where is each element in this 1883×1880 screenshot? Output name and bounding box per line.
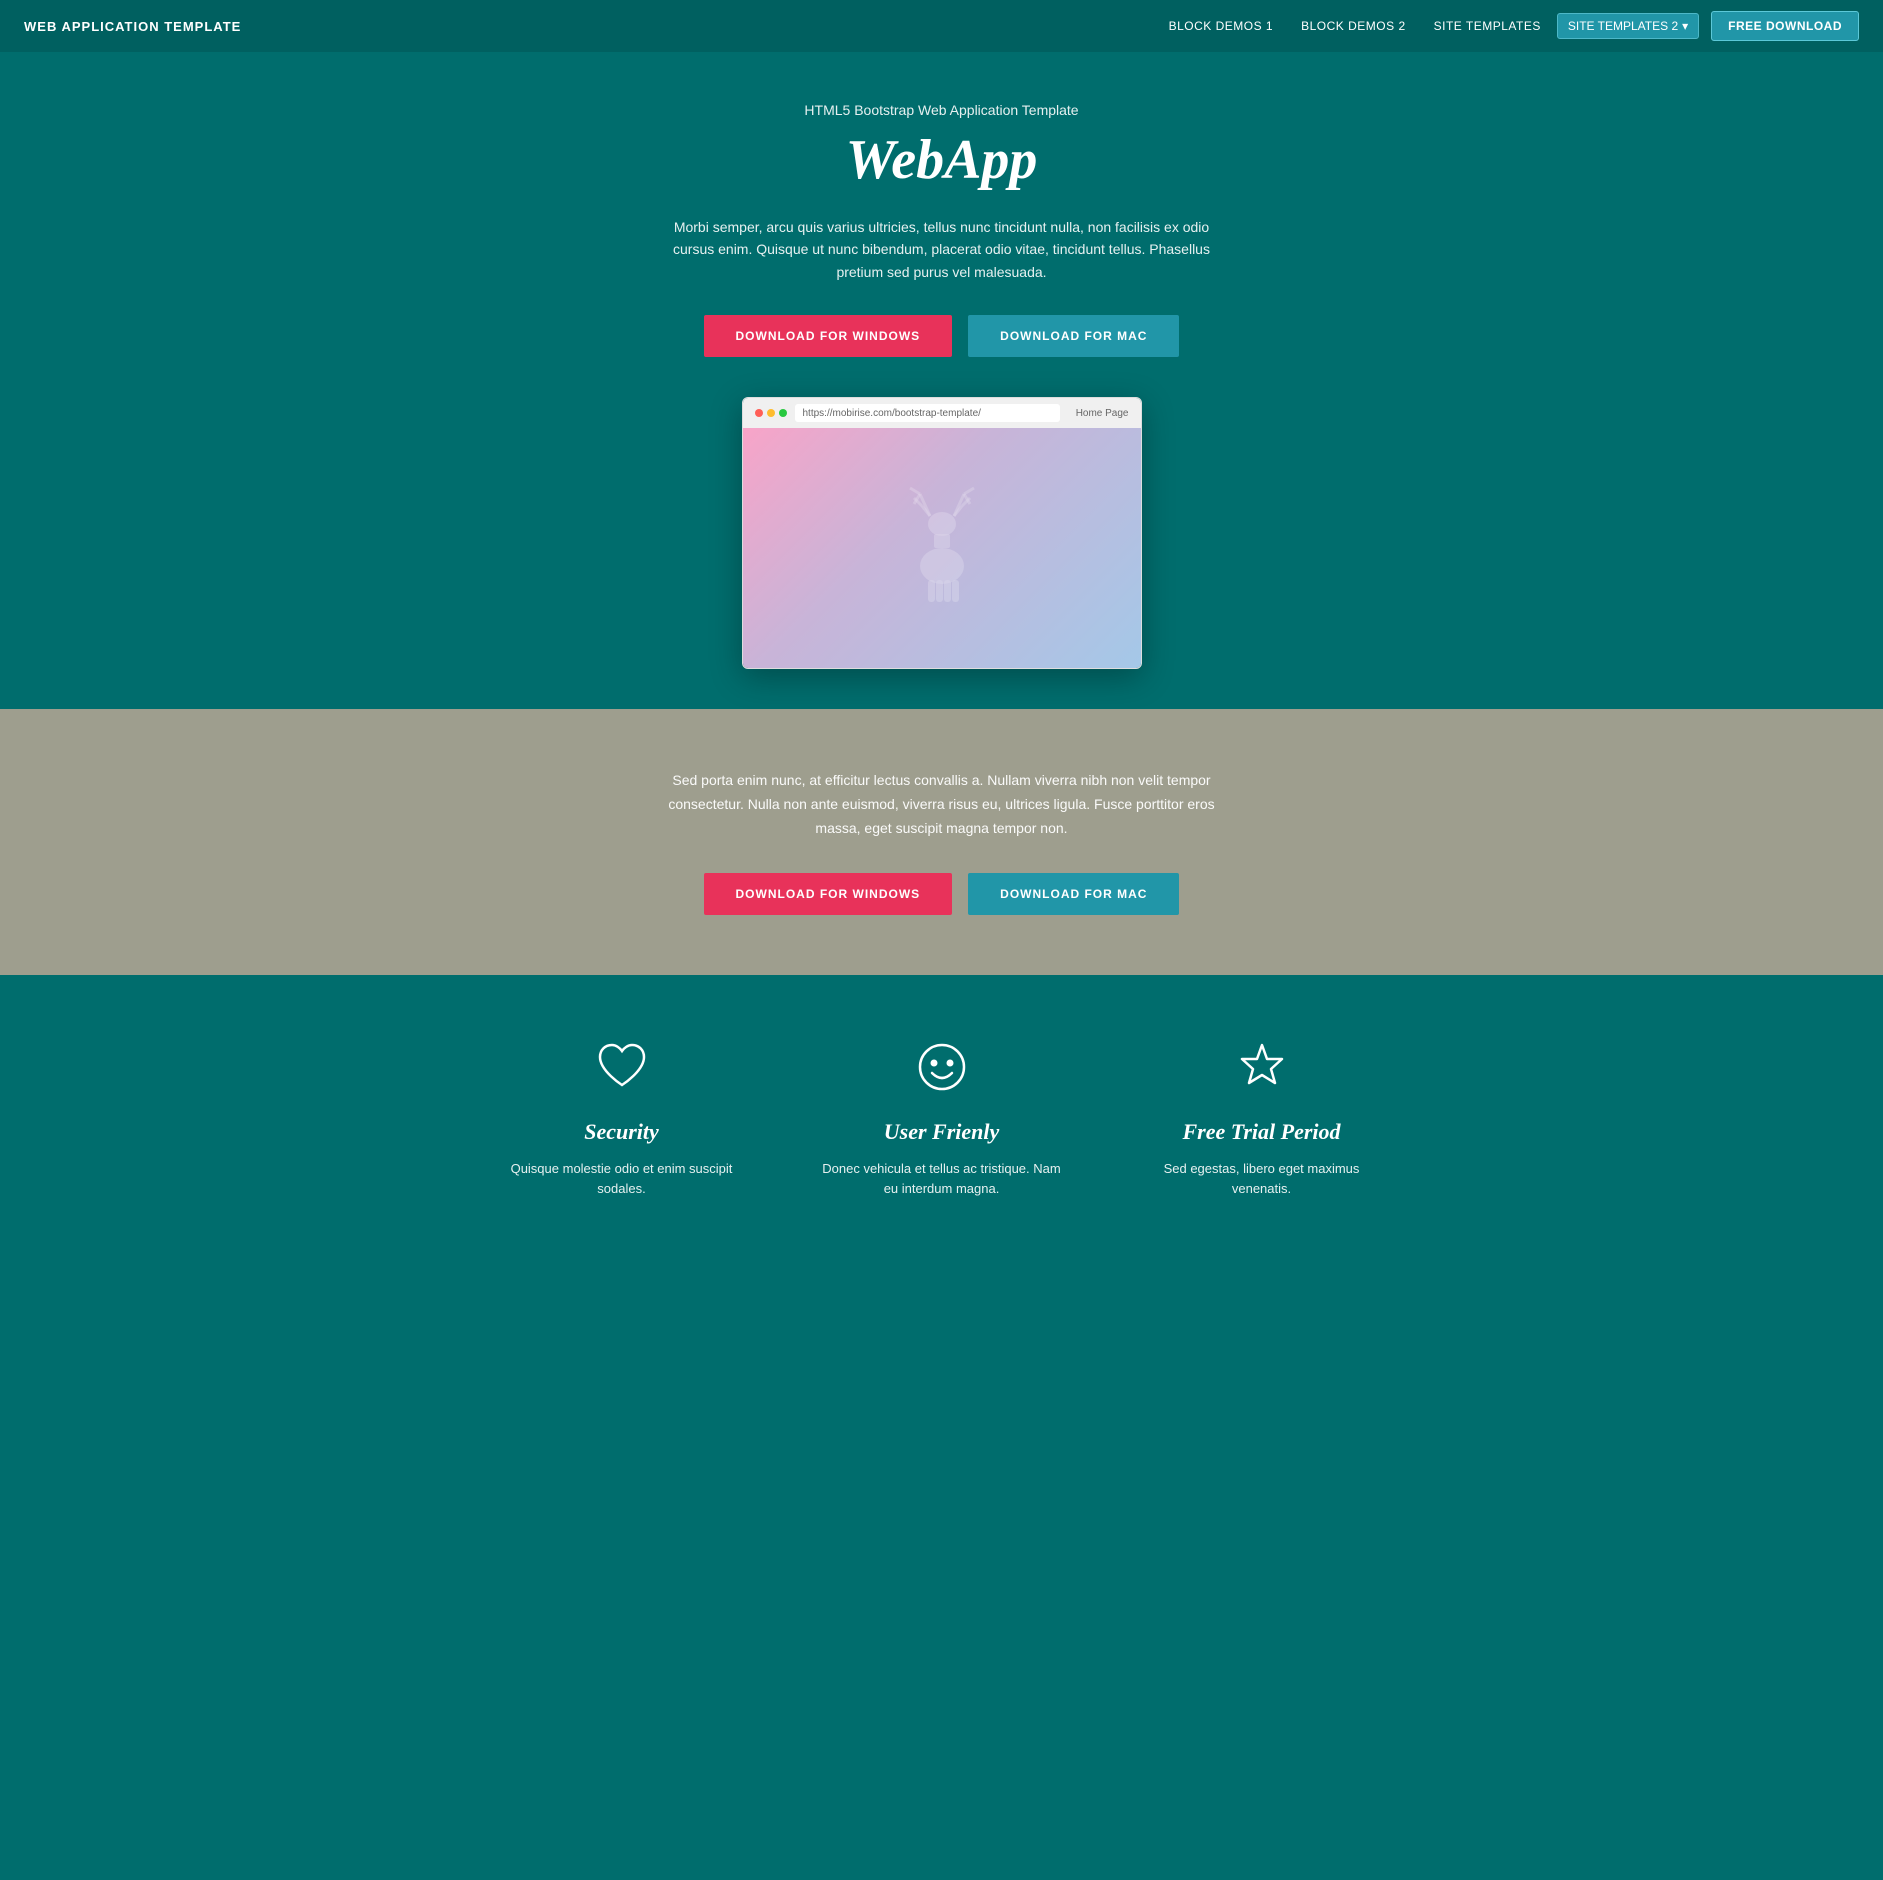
feature-desc-security: Quisque molestie odio et enim suscipit s… [502, 1159, 742, 1201]
nav-site-templates[interactable]: SITE TEMPLATES [1422, 13, 1553, 39]
browser-dots [755, 409, 787, 417]
features-grid: Security Quisque molestie odio et enim s… [492, 1035, 1392, 1201]
feature-title-free-trial: Free Trial Period [1142, 1119, 1382, 1145]
gray-download-windows-button[interactable]: DOWNLOAD FOR WINDOWS [704, 873, 953, 915]
nav-block-demos-2[interactable]: BLOCK DEMOS 2 [1289, 13, 1418, 39]
features-section: Security Quisque molestie odio et enim s… [0, 975, 1883, 1261]
dot-yellow [767, 409, 775, 417]
download-windows-button[interactable]: DOWNLOAD FOR WINDOWS [704, 315, 953, 357]
hero-section: HTML5 Bootstrap Web Application Template… [0, 52, 1883, 709]
browser-home: Home Page [1076, 408, 1129, 419]
nav-block-demos-1[interactable]: BLOCK DEMOS 1 [1157, 13, 1286, 39]
brand: WEB APPLICATION TEMPLATE [24, 19, 241, 34]
feature-icon-security [590, 1035, 654, 1099]
feature-desc-user-friendly: Donec vehicula et tellus ac tristique. N… [822, 1159, 1062, 1201]
hero-buttons: DOWNLOAD FOR WINDOWS DOWNLOAD FOR MAC [20, 315, 1863, 357]
dot-green [779, 409, 787, 417]
feature-title-security: Security [502, 1119, 742, 1145]
feature-user-friendly: User Frienly Donec vehicula et tellus ac… [822, 1035, 1062, 1201]
feature-icon-free-trial [1230, 1035, 1294, 1099]
hero-subtitle: HTML5 Bootstrap Web Application Template [20, 102, 1863, 118]
feature-desc-free-trial: Sed egestas, libero eget maximus venenat… [1142, 1159, 1382, 1201]
gray-section-text: Sed porta enim nunc, at efficitur lectus… [652, 769, 1232, 840]
hero-title: WebApp [20, 128, 1863, 192]
nav-site-templates-2[interactable]: SITE TEMPLATES 2 ▾ [1557, 13, 1699, 39]
browser-content [743, 428, 1141, 668]
nav-links: BLOCK DEMOS 1 BLOCK DEMOS 2 SITE TEMPLAT… [1157, 11, 1859, 41]
heart-icon [594, 1039, 650, 1095]
gray-section-buttons: DOWNLOAD FOR WINDOWS DOWNLOAD FOR MAC [20, 873, 1863, 915]
gray-download-mac-button[interactable]: DOWNLOAD FOR MAC [968, 873, 1179, 915]
feature-title-user-friendly: User Frienly [822, 1119, 1062, 1145]
chevron-down-icon: ▾ [1682, 19, 1688, 33]
browser-url: https://mobirise.com/bootstrap-template/ [795, 404, 1060, 422]
star-icon [1234, 1039, 1290, 1095]
feature-icon-user-friendly [910, 1035, 974, 1099]
feature-free-trial: Free Trial Period Sed egestas, libero eg… [1142, 1035, 1382, 1201]
hero-description: Morbi semper, arcu quis varius ultricies… [662, 216, 1222, 283]
smiley-icon [914, 1039, 970, 1095]
gray-section: Sed porta enim nunc, at efficitur lectus… [0, 709, 1883, 974]
navbar: WEB APPLICATION TEMPLATE BLOCK DEMOS 1 B… [0, 0, 1883, 52]
dot-red [755, 409, 763, 417]
browser-mockup: https://mobirise.com/bootstrap-template/… [742, 397, 1142, 669]
deer-icon [892, 486, 992, 606]
deer-silhouette [892, 486, 992, 611]
browser-bar: https://mobirise.com/bootstrap-template/… [743, 398, 1141, 428]
feature-security: Security Quisque molestie odio et enim s… [502, 1035, 742, 1201]
free-download-button[interactable]: FREE DOWNLOAD [1711, 11, 1859, 41]
download-mac-button[interactable]: DOWNLOAD FOR MAC [968, 315, 1179, 357]
